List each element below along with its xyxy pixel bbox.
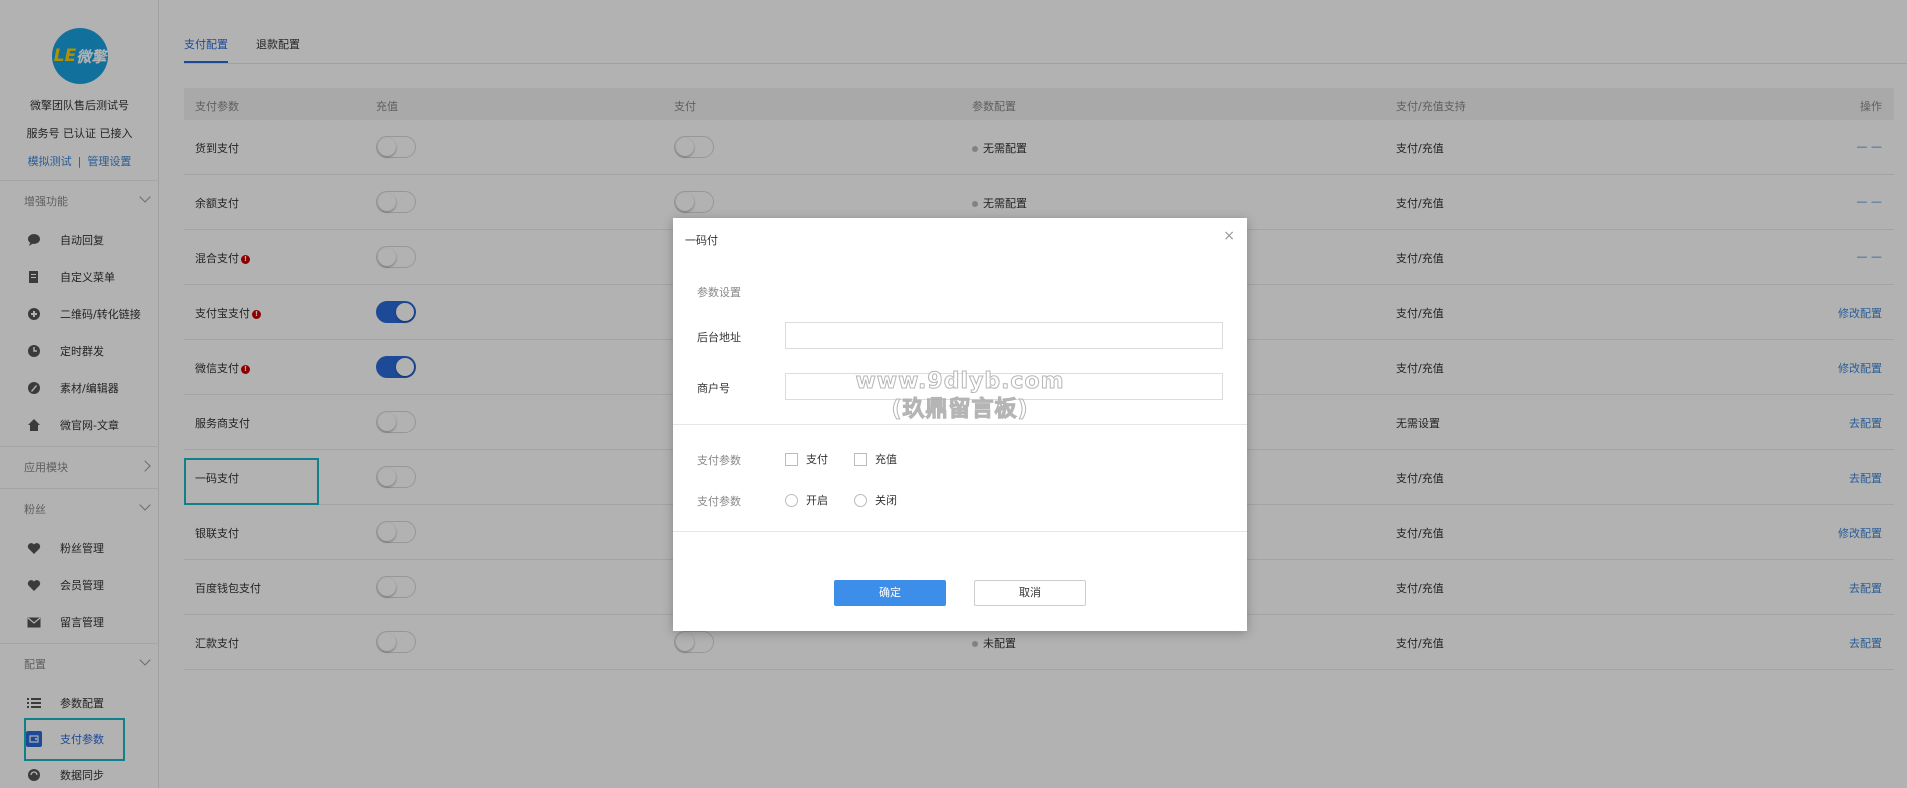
enable-radio-label: 开启 [806, 494, 828, 507]
close-icon[interactable]: × [1223, 228, 1235, 244]
pay-checkbox[interactable]: 支付 [785, 451, 828, 467]
recharge-checkbox[interactable]: 充值 [854, 451, 897, 467]
cancel-button[interactable]: 取消 [974, 580, 1086, 606]
backend-url-input[interactable] [785, 322, 1223, 349]
modal-title: 一码付 [685, 234, 718, 247]
checkbox-icon [854, 452, 867, 466]
pay-params-label: 支付参数 [697, 495, 741, 508]
divider [673, 531, 1247, 532]
radio-icon [854, 493, 867, 507]
disable-radio[interactable]: 关闭 [854, 492, 897, 508]
recharge-checkbox-label: 充值 [875, 453, 897, 466]
confirm-button[interactable]: 确定 [834, 580, 946, 606]
disable-radio-label: 关闭 [875, 494, 897, 507]
pay-params-label: 支付参数 [697, 454, 741, 467]
pay-checkbox-label: 支付 [806, 453, 828, 466]
checkbox-icon [785, 452, 798, 466]
watermark-line-2: (玖鼎留言板) [891, 397, 1029, 423]
merchant-id-label: 商户号 [697, 382, 730, 395]
section-label-params: 参数设置 [697, 286, 741, 299]
backend-url-label: 后台地址 [697, 331, 741, 344]
radio-icon [785, 493, 798, 507]
payment-config-modal: 一码付 × 参数设置 后台地址 商户号 支付参数 支付 充值 支付参数 开启 关… [673, 218, 1247, 631]
watermark: www.9dlyb.com (玖鼎留言板) [850, 368, 1070, 424]
divider [673, 424, 1247, 425]
enable-radio[interactable]: 开启 [785, 492, 828, 508]
watermark-line-1: www.9dlyb.com [855, 369, 1065, 395]
